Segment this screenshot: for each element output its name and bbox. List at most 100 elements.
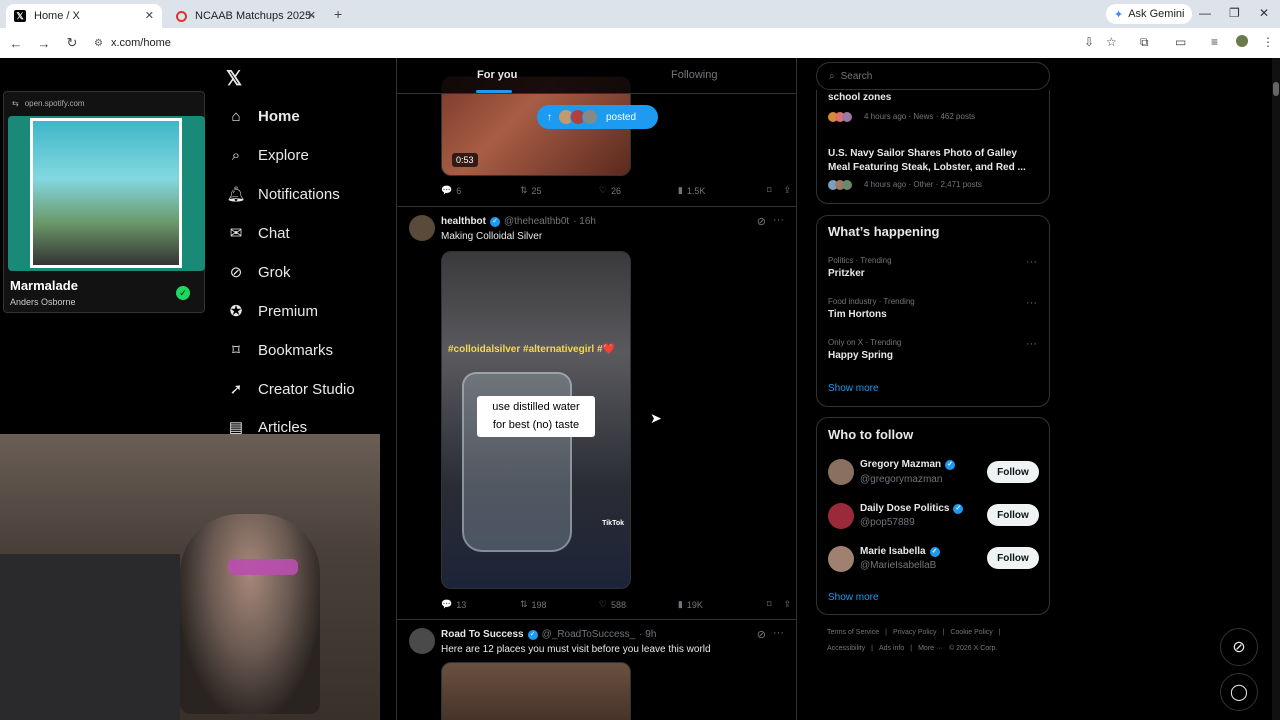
follow-button[interactable]: Follow bbox=[987, 504, 1039, 526]
avatar[interactable] bbox=[828, 503, 854, 529]
chat-fab-icon[interactable]: ◯ bbox=[1220, 673, 1258, 711]
post-video[interactable]: #colloidalsilver #alternativegirl #❤️ us… bbox=[441, 251, 631, 589]
tab-for-you[interactable]: For you bbox=[477, 69, 517, 81]
tab-following[interactable]: Following bbox=[671, 69, 717, 81]
more-icon[interactable]: ··· bbox=[1026, 338, 1037, 350]
trend-topic[interactable]: Pritzker bbox=[828, 268, 865, 279]
tab-ncaab[interactable]: NCAAB Matchups 2025-2026 - ✕ bbox=[168, 4, 324, 28]
close-window-icon[interactable]: ✕ bbox=[1259, 6, 1269, 20]
repost-button[interactable]: ⇅ 198 bbox=[520, 599, 599, 610]
extensions-icon[interactable]: ⧉ bbox=[1140, 35, 1149, 50]
footer-link[interactable]: Ads info bbox=[879, 645, 904, 652]
show-more-link[interactable]: Show more bbox=[828, 383, 879, 394]
video-hashtags: #colloidalsilver #alternativegirl #❤️ bbox=[448, 344, 615, 355]
nav-item-creator-studio[interactable]: ➚ Creator Studio bbox=[226, 377, 355, 401]
follow-button[interactable]: Follow bbox=[987, 461, 1039, 483]
avatar[interactable] bbox=[828, 546, 854, 572]
account-name[interactable]: Marie Isabella ✓ bbox=[860, 546, 940, 557]
avatar[interactable] bbox=[409, 628, 435, 654]
news-title[interactable]: school zones bbox=[828, 92, 891, 103]
grok-fab-icon[interactable]: ⊘ bbox=[1220, 628, 1258, 666]
new-posts-pill[interactable]: ↑ posted bbox=[537, 105, 658, 129]
avatar[interactable] bbox=[828, 459, 854, 485]
ask-gemini-button[interactable]: ✦ Ask Gemini bbox=[1106, 4, 1193, 24]
album-art bbox=[8, 116, 205, 271]
account-name[interactable]: Daily Dose Politics ✓ bbox=[860, 503, 964, 514]
footer-link[interactable]: Privacy Policy bbox=[893, 629, 937, 636]
profile-avatar[interactable] bbox=[1236, 35, 1248, 47]
gemini-icon: ✦ bbox=[1114, 8, 1124, 21]
star-icon[interactable]: ☆ bbox=[1106, 35, 1117, 49]
trend-topic[interactable]: Happy Spring bbox=[828, 350, 893, 361]
post-time[interactable]: · 9h bbox=[639, 629, 656, 640]
site-info-icon[interactable]: ⚙ bbox=[94, 38, 103, 49]
sidepanel-icon[interactable]: ▭ bbox=[1175, 35, 1186, 49]
grok-icon[interactable]: ⊘ bbox=[757, 628, 766, 641]
nav-item-chat[interactable]: ✉ Chat bbox=[226, 221, 290, 245]
views-button[interactable]: ▮ 19K bbox=[678, 599, 757, 610]
share-icon[interactable]: ⇪ bbox=[783, 599, 791, 610]
more-icon[interactable]: ··· bbox=[1026, 297, 1037, 309]
author-handle[interactable]: @_RoadToSuccess_ bbox=[542, 629, 636, 640]
nav-item-home[interactable]: ⌂ Home bbox=[226, 104, 299, 128]
author-name[interactable]: healthbot bbox=[441, 216, 486, 227]
avatar[interactable] bbox=[409, 215, 435, 241]
show-more-link[interactable]: Show more bbox=[828, 592, 879, 603]
scrollbar-thumb[interactable] bbox=[1273, 82, 1279, 96]
footer-link[interactable]: Terms of Service bbox=[827, 629, 879, 636]
repost-button[interactable]: ⇅ 25 bbox=[520, 185, 599, 196]
post-image[interactable] bbox=[441, 662, 631, 720]
footer-row: Terms of Service | Privacy Policy | Cookie… bbox=[827, 629, 1001, 636]
scrollbar[interactable] bbox=[1272, 58, 1280, 720]
premium-icon: ✪ bbox=[229, 303, 243, 320]
like-button[interactable]: ♡ 588 bbox=[599, 599, 678, 610]
spotify-miniplayer[interactable]: ⇆ open.spotify.com Marmalade Anders Osbo… bbox=[3, 91, 205, 313]
like-button[interactable]: ♡ 26 bbox=[599, 185, 678, 196]
minimize-icon[interactable]: — bbox=[1199, 6, 1211, 20]
author-handle[interactable]: @thehealthb0t bbox=[504, 216, 569, 227]
close-tab-icon[interactable]: ✕ bbox=[307, 9, 316, 22]
follow-button[interactable]: Follow bbox=[987, 547, 1039, 569]
more-icon[interactable]: ··· bbox=[773, 627, 784, 639]
account-name[interactable]: Gregory Mazman ✓ bbox=[860, 459, 956, 470]
x-logo-icon[interactable]: 𝕏 bbox=[226, 66, 242, 91]
reply-button[interactable]: 💬 13 bbox=[441, 599, 520, 610]
share-icon[interactable]: ⇪ bbox=[783, 185, 791, 196]
nav-item-label: Articles bbox=[258, 418, 308, 436]
nav-item-explore[interactable]: ⌕ Explore bbox=[226, 143, 309, 167]
menu-icon[interactable]: ⋮ bbox=[1262, 35, 1274, 49]
nav-item-bookmarks[interactable]: ⌑ Bookmarks bbox=[226, 338, 333, 362]
bookmark-icon[interactable]: ⌑ bbox=[767, 599, 772, 610]
nav-item-notifications[interactable]: 🔔︎ Notifications bbox=[226, 182, 339, 206]
install-icon[interactable]: ⇩ bbox=[1084, 35, 1094, 49]
search-input[interactable]: ⌕ Search bbox=[816, 62, 1050, 90]
post-header: Road To Success ✓ @_RoadToSuccess_ · 9h bbox=[441, 629, 656, 640]
more-icon[interactable]: ··· bbox=[1026, 256, 1037, 268]
forward-icon[interactable]: → bbox=[32, 36, 56, 51]
nav-item-grok[interactable]: ⊘ Grok bbox=[226, 260, 291, 284]
grok-icon[interactable]: ⊘ bbox=[757, 215, 766, 228]
trend-topic[interactable]: Tim Hortons bbox=[828, 309, 887, 320]
views-button[interactable]: ▮ 1.5K bbox=[678, 185, 757, 196]
verified-icon: ✓ bbox=[945, 459, 956, 470]
bookmark-icon[interactable]: ⌑ bbox=[767, 185, 772, 196]
tab-home-x[interactable]: 𝕏 Home / X ✕ bbox=[6, 4, 162, 28]
ask-gemini-label: Ask Gemini bbox=[1128, 8, 1185, 20]
nav-item-premium[interactable]: ✪ Premium bbox=[226, 299, 318, 323]
footer-link[interactable]: Accessibility bbox=[827, 645, 865, 652]
back-icon[interactable]: ← bbox=[4, 36, 28, 51]
footer-link[interactable]: More ··· bbox=[918, 645, 943, 652]
author-name[interactable]: Road To Success bbox=[441, 629, 524, 640]
saved-check-icon[interactable]: ✓ bbox=[176, 286, 190, 300]
address-bar[interactable]: ⚙ x.com/home bbox=[94, 37, 171, 49]
reply-button[interactable]: 💬 6 bbox=[441, 185, 520, 196]
close-tab-icon[interactable]: ✕ bbox=[145, 9, 154, 22]
media-icon[interactable]: ≡ bbox=[1211, 35, 1218, 49]
new-tab-button[interactable]: + bbox=[334, 6, 342, 22]
more-icon[interactable]: ··· bbox=[773, 214, 784, 226]
restore-icon[interactable]: ❐ bbox=[1229, 6, 1240, 20]
footer-link[interactable]: Cookie Policy bbox=[950, 629, 992, 636]
news-title[interactable]: U.S. Navy Sailor Shares Photo of Galley … bbox=[828, 147, 1038, 174]
reload-icon[interactable]: ↻ bbox=[60, 35, 84, 51]
post-time[interactable]: · 16h bbox=[573, 216, 596, 227]
